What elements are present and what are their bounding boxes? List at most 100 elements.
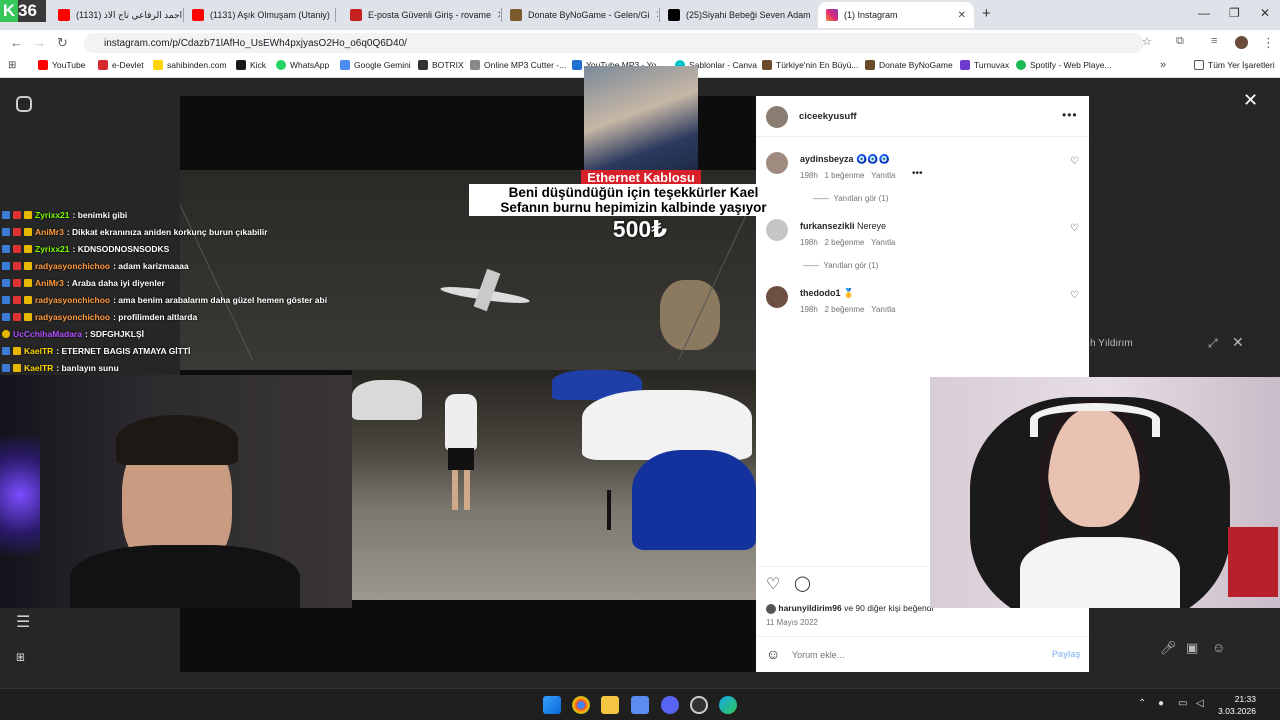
tab-5[interactable]: (25)Siyahi Bebeği Seven Adam✕ [660, 2, 816, 28]
liked-by-rest[interactable]: ve 90 diğer kişi beğendi [844, 603, 933, 613]
reply-button[interactable]: Yanıtla [871, 171, 895, 180]
commenter-avatar[interactable] [766, 152, 788, 174]
tab-2[interactable]: (1131) Aşık Olmuşam (Utaniy)✕ [184, 2, 334, 28]
bookmark-edevlet[interactable]: e-Devlet [98, 60, 144, 70]
tab-instagram[interactable]: (1) Instagram ✕ [818, 2, 974, 28]
view-replies-label: Yanıtları gör (1) [833, 194, 889, 203]
bookmark-turkiye[interactable]: Türkiye'nin En Büyü... [762, 60, 858, 70]
comment-input[interactable] [792, 646, 1022, 664]
tab-label: (25)Siyahi Bebeği Seven Adam [686, 10, 811, 20]
start-icon[interactable] [543, 696, 561, 714]
tab-1[interactable]: (1131) سيد احمد الرفاعي تاج الاذ✕ [50, 2, 182, 28]
edge-icon[interactable] [719, 696, 737, 714]
comment-username[interactable]: thedodo1 [800, 288, 841, 298]
sticker-icon[interactable]: ☺ [1212, 640, 1225, 655]
badge-icon [13, 312, 21, 321]
network-icon[interactable]: ▭ [1178, 698, 1187, 709]
commenter-avatar[interactable] [766, 286, 788, 308]
like-comment-icon[interactable]: ♡ [1070, 290, 1079, 301]
view-replies[interactable]: —— Yanıtları gör (1) [813, 194, 888, 203]
like-comment-icon[interactable]: ♡ [1070, 223, 1079, 234]
bookmark-gemini[interactable]: Google Gemini [340, 60, 411, 70]
expand-icon[interactable]: ⤢ [1208, 336, 1218, 351]
bookmark-spotify[interactable]: Spotify - Web Playe... [1016, 60, 1112, 70]
tray-chevron-icon[interactable]: ⌃ [1138, 698, 1146, 709]
threads-icon[interactable]: ⧆ [16, 648, 25, 665]
emoji-icon[interactable]: ☺ [766, 646, 780, 662]
share-button[interactable]: Paylaş [1052, 649, 1081, 659]
crown-icon [24, 278, 32, 287]
profile-avatar[interactable] [1235, 36, 1248, 49]
bookmark-youtube[interactable]: YouTube [38, 60, 85, 70]
like-comment-icon[interactable]: ♡ [1070, 156, 1079, 167]
view-replies-label: Yanıtları gör (1) [823, 261, 879, 270]
bookmark-kick[interactable]: Kick [236, 60, 266, 70]
tab-3[interactable]: E-posta Güvenli Giriş - rovame ✕ [342, 2, 500, 28]
apps-icon[interactable]: ⊞ [8, 60, 16, 71]
chat-message: UcCchihaMadara: SDFGHJKLŞİ [0, 325, 340, 342]
menu-icon[interactable]: ☰ [16, 612, 30, 632]
comment-likes[interactable]: 1 beğenme [824, 171, 864, 180]
all-bookmarks[interactable]: Tüm Yer İşaretleri [1194, 60, 1275, 70]
extensions-icon[interactable]: ⧉ [1176, 35, 1184, 48]
comment-username[interactable]: aydinsbeyza [800, 154, 854, 164]
minimize-button[interactable]: — [1198, 6, 1210, 20]
volume-icon[interactable]: ◁ [1196, 698, 1204, 709]
maximize-button[interactable]: ❐ [1229, 6, 1240, 20]
close-window-button[interactable]: ✕ [1260, 6, 1270, 20]
crown-icon [13, 346, 21, 355]
more-bookmarks-icon[interactable]: » [1160, 59, 1166, 71]
discord-icon[interactable] [661, 696, 679, 714]
commenter-avatar[interactable] [766, 219, 788, 241]
crown-icon [24, 210, 32, 219]
close-icon[interactable]: ✕ [497, 10, 500, 21]
bookmark-botrix[interactable]: BOTRIX [418, 60, 464, 70]
comment-options-icon[interactable]: ••• [912, 168, 923, 179]
bookmark-label: Google Gemini [354, 60, 411, 70]
file-explorer-icon[interactable] [601, 696, 619, 714]
close-icon[interactable]: ✕ [1232, 334, 1244, 351]
back-icon[interactable]: ← [10, 35, 23, 50]
reply-button[interactable]: Yanıtla [871, 238, 895, 247]
chrome-icon[interactable] [572, 696, 590, 714]
new-tab-button[interactable]: + [982, 5, 991, 22]
close-modal-button[interactable]: ✕ [1243, 90, 1258, 111]
more-options-icon[interactable]: ••• [1062, 108, 1078, 122]
bookmark-turnuvax[interactable]: Turnuvax [960, 60, 1009, 70]
view-replies[interactable]: —— Yanıtları gör (1) [803, 261, 878, 270]
url-field[interactable]: instagram.com/p/Cdazb71lAfHo_UsEWh4pxjya… [84, 33, 1144, 53]
bookmark-whatsapp[interactable]: WhatsApp [276, 60, 329, 70]
reading-list-icon[interactable]: ≡ [1211, 35, 1217, 47]
comment-username[interactable]: furkansezikli [800, 221, 855, 231]
blue-car-shape [632, 450, 756, 550]
app-icon[interactable] [631, 696, 649, 714]
mic-icon[interactable]: ● [1158, 698, 1164, 709]
menu-icon[interactable]: ⋮ [1262, 35, 1275, 51]
close-icon[interactable]: ✕ [958, 10, 966, 21]
chat-text: : profilimden altlarda [113, 311, 198, 322]
forward-icon[interactable]: → [33, 35, 46, 50]
comment-likes[interactable]: 2 beğenme [824, 305, 864, 314]
reload-icon[interactable]: ↻ [57, 35, 68, 51]
comment-emoji: 🥇 [843, 288, 855, 298]
obs-icon[interactable] [690, 696, 708, 714]
comment-icon[interactable]: ◯ [794, 574, 811, 592]
tab-4[interactable]: Donate ByNoGame - Gelen/Gi ✕ [502, 2, 658, 28]
comment-likes[interactable]: 2 beğenme [824, 238, 864, 247]
clock[interactable]: 21:33 3.03.2026 [1218, 693, 1256, 717]
bookmark-sahibinden[interactable]: sahibinden.com [153, 60, 227, 70]
guest-webcam [930, 377, 1280, 608]
bookmark-bynogame[interactable]: Donate ByNoGame [865, 60, 953, 70]
author-avatar[interactable] [766, 106, 788, 128]
like-post-icon[interactable]: ♡ [766, 574, 780, 594]
liked-by-user[interactable]: harunyildirim96 [778, 603, 841, 613]
bookmark-label: Kick [250, 60, 267, 70]
bookmark-mp3cutter[interactable]: Online MP3 Cutter -... [470, 60, 566, 70]
instagram-icon[interactable] [16, 96, 32, 112]
star-icon[interactable]: ☆ [1142, 35, 1152, 48]
reply-button[interactable]: Yanıtla [871, 305, 895, 314]
mic-icon[interactable]: 🎤︎ [1160, 640, 1177, 656]
author-username[interactable]: ciceekyusuff [799, 111, 857, 122]
image-icon[interactable]: ▣ [1186, 640, 1198, 656]
close-icon[interactable]: ✕ [656, 10, 658, 21]
